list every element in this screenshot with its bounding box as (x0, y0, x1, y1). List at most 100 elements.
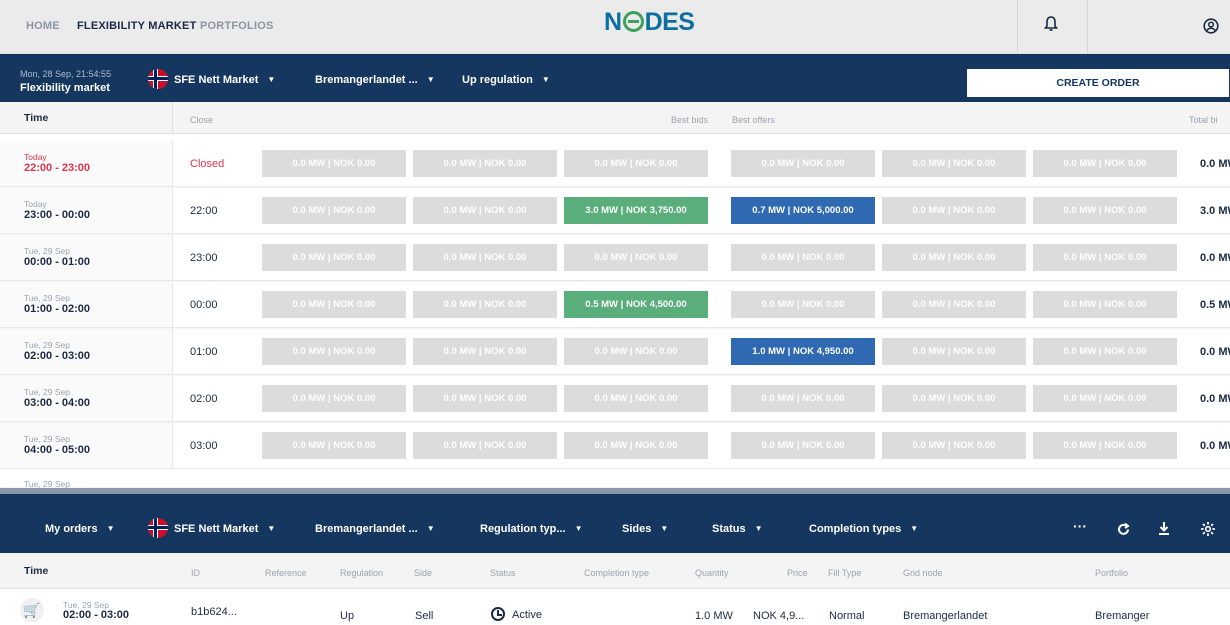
bid-cell[interactable]: 0.0 MW | NOK 0.00 (413, 291, 557, 318)
download-icon[interactable] (1157, 521, 1171, 536)
offer-cell[interactable]: 0.0 MW | NOK 0.00 (1033, 197, 1177, 224)
regulation-dropdown[interactable]: Up regulation ▼ (462, 74, 550, 86)
chevron-down-icon: ▼ (426, 524, 435, 533)
bid-cell[interactable]: 0.5 MW | NOK 4,500.00 (564, 291, 708, 318)
bid-cell[interactable]: 0.0 MW | NOK 0.00 (564, 338, 708, 365)
row-close-time: 02:00 (190, 393, 218, 405)
orders-area-dropdown[interactable]: Bremangerlandet ... ▼ (315, 523, 435, 535)
chevron-down-icon: ▼ (106, 524, 115, 533)
bid-cell[interactable]: 0.0 MW | NOK 0.00 (413, 385, 557, 412)
row-close-time: 23:00 (190, 252, 218, 264)
offer-cell[interactable]: 0.0 MW | NOK 0.00 (731, 244, 875, 271)
bid-cell[interactable]: 0.0 MW | NOK 0.00 (564, 432, 708, 459)
row-close-time: 22:00 (190, 205, 218, 217)
order-quantity: 1.0 MW (695, 610, 733, 622)
offer-cell[interactable]: 0.0 MW | NOK 0.00 (882, 385, 1026, 412)
table-row[interactable]: Today 23:00 - 00:00 22:00 0.0 MW | NOK 0.00… (0, 188, 1230, 234)
bid-cell[interactable]: 0.0 MW | NOK 0.00 (564, 150, 708, 177)
settings-icon[interactable] (1200, 521, 1216, 537)
nav-flexibility-market[interactable]: FLEXIBILITY MARKET (77, 20, 197, 32)
bid-cell[interactable]: 0.0 MW | NOK 0.00 (262, 197, 406, 224)
offer-cell[interactable]: 0.0 MW | NOK 0.00 (731, 432, 875, 459)
status-dropdown[interactable]: Status ▼ (712, 523, 763, 535)
table-row[interactable]: Tue, 29 Sep 02:00 - 03:00 01:00 0.0 MW | NO… (0, 329, 1230, 375)
column-best-bids: Best bids (671, 115, 709, 125)
row-hours: 04:00 - 05:00 (24, 444, 91, 456)
row-hours: 02:00 - 03:00 (24, 350, 91, 362)
norway-flag-icon (148, 69, 168, 89)
bid-cell[interactable]: 0.0 MW | NOK 0.00 (413, 244, 557, 271)
offer-cell[interactable]: 0.0 MW | NOK 0.00 (1033, 244, 1177, 271)
offer-cell[interactable]: 0.0 MW | NOK 0.00 (731, 150, 875, 177)
order-id[interactable]: b1b624... (191, 606, 237, 618)
market-dropdown[interactable]: SFE Nett Market ▼ (148, 69, 275, 89)
offer-cell[interactable]: 0.0 MW | NOK 0.00 (882, 197, 1026, 224)
bid-cell[interactable]: 0.0 MW | NOK 0.00 (262, 338, 406, 365)
column-total-bids: Total bi (1189, 115, 1218, 125)
nav-portfolios[interactable]: PORTFOLIOS (200, 20, 274, 32)
nav-home[interactable]: HOME (26, 20, 60, 32)
offer-cell[interactable]: 0.0 MW | NOK 0.00 (1033, 338, 1177, 365)
orders-market-dropdown[interactable]: SFE Nett Market ▼ (148, 518, 275, 538)
offer-cell[interactable]: 0.0 MW | NOK 0.00 (731, 291, 875, 318)
bid-cell[interactable]: 0.0 MW | NOK 0.00 (262, 291, 406, 318)
current-datetime: Mon, 28 Sep, 21:54:55 (20, 69, 112, 79)
row-hours: 01:00 - 02:00 (24, 303, 91, 315)
row-day: Tue, 29 Sep (24, 434, 70, 444)
nodes-logo[interactable]: N DES (604, 8, 695, 37)
table-row[interactable]: Tue, 29 Sep 04:00 - 05:00 03:00 0.0 MW | NO… (0, 423, 1230, 469)
bid-cell[interactable]: 0.0 MW | NOK 0.00 (564, 385, 708, 412)
row-day: Today (24, 152, 47, 162)
offer-cell[interactable]: 0.0 MW | NOK 0.00 (731, 385, 875, 412)
order-status: Active (491, 607, 542, 621)
bid-cell[interactable]: 0.0 MW | NOK 0.00 (262, 432, 406, 459)
bid-cell[interactable]: 0.0 MW | NOK 0.00 (564, 244, 708, 271)
my-orders-dropdown[interactable]: My orders ▼ (45, 523, 115, 535)
bell-icon[interactable] (1044, 16, 1058, 32)
table-row[interactable]: Tue, 29 Sep 01:00 - 02:00 00:00 0.0 MW | NO… (0, 282, 1230, 328)
offer-cell[interactable]: 0.0 MW | NOK 0.00 (1033, 385, 1177, 412)
row-day: Tue, 29 Sep (24, 387, 70, 397)
area-dropdown[interactable]: Bremangerlandet ... ▼ (315, 74, 435, 86)
offer-cell[interactable]: 0.0 MW | NOK 0.00 (882, 244, 1026, 271)
bid-cell[interactable]: 0.0 MW | NOK 0.00 (262, 150, 406, 177)
offer-cell[interactable]: 1.0 MW | NOK 4,950.00 (731, 338, 875, 365)
more-icon[interactable]: ··· (1073, 518, 1087, 534)
bid-cell[interactable]: 0.0 MW | NOK 0.00 (413, 432, 557, 459)
bid-cell[interactable]: 3.0 MW | NOK 3,750.00 (564, 197, 708, 224)
regulation-type-dropdown[interactable]: Regulation typ... ▼ (480, 523, 582, 535)
offer-cell[interactable]: 0.0 MW | NOK 0.00 (1033, 150, 1177, 177)
bid-cell[interactable]: 0.0 MW | NOK 0.00 (413, 338, 557, 365)
norway-flag-icon (148, 518, 168, 538)
offer-cell[interactable]: 0.0 MW | NOK 0.00 (882, 150, 1026, 177)
table-row[interactable]: Today 22:00 - 23:00 Closed 0.0 MW | NOK 0.0… (0, 141, 1230, 187)
refresh-icon[interactable] (1116, 522, 1131, 537)
row-day: Tue, 29 Sep (24, 246, 70, 256)
offer-cell[interactable]: 0.0 MW | NOK 0.00 (1033, 432, 1177, 459)
sides-dropdown[interactable]: Sides ▼ (622, 523, 668, 535)
chevron-down-icon: ▼ (541, 75, 550, 84)
order-row[interactable]: Tue, 29 Sep 02:00 - 03:00 b1b624... Up S… (0, 589, 1230, 625)
user-circle-icon[interactable] (1203, 18, 1219, 34)
top-navigation: HOME FLEXIBILITY MARKET PORTFOLIOS N DES (0, 0, 1230, 54)
column-time: Time (24, 112, 49, 124)
chevron-down-icon: ▼ (267, 75, 276, 84)
table-row[interactable]: Tue, 29 Sep 00:00 - 01:00 23:00 0.0 MW | NO… (0, 235, 1230, 281)
offer-cell[interactable]: 0.0 MW | NOK 0.00 (882, 338, 1026, 365)
bid-cell[interactable]: 0.0 MW | NOK 0.00 (262, 244, 406, 271)
offer-cell[interactable]: 0.0 MW | NOK 0.00 (882, 291, 1026, 318)
row-hours: 03:00 - 04:00 (24, 397, 91, 409)
offer-cell[interactable]: 0.0 MW | NOK 0.00 (1033, 291, 1177, 318)
row-total: 0.0 MW (1200, 158, 1230, 170)
table-row[interactable]: Tue, 29 Sep 03:00 - 04:00 02:00 0.0 MW | NO… (0, 376, 1230, 422)
row-total: 0.0 MW (1200, 393, 1230, 405)
bid-cell[interactable]: 0.0 MW | NOK 0.00 (413, 197, 557, 224)
bid-cell[interactable]: 0.0 MW | NOK 0.00 (413, 150, 557, 177)
orders-column-side: Side (414, 568, 433, 578)
bid-cell[interactable]: 0.0 MW | NOK 0.00 (262, 385, 406, 412)
completion-types-dropdown[interactable]: Completion types ▼ (809, 523, 918, 535)
create-order-button[interactable]: CREATE ORDER (967, 69, 1229, 97)
row-day: Tue, 29 Sep (24, 293, 70, 303)
offer-cell[interactable]: 0.7 MW | NOK 5,000.00 (731, 197, 875, 224)
offer-cell[interactable]: 0.0 MW | NOK 0.00 (882, 432, 1026, 459)
